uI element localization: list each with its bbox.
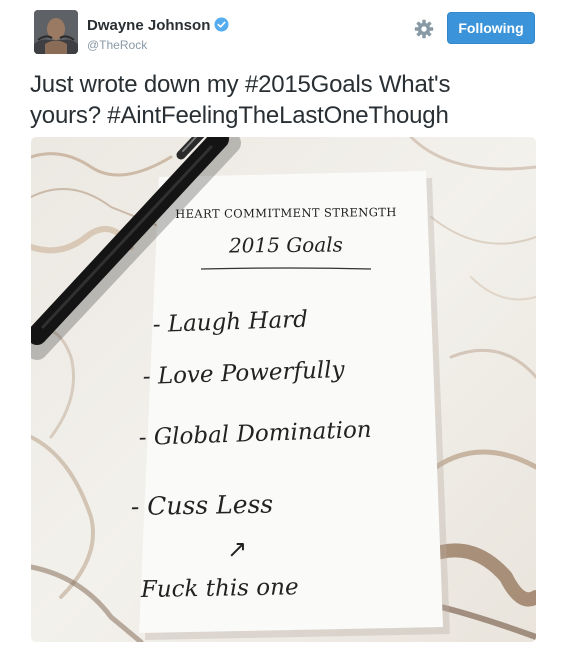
avatar[interactable] [34,10,78,54]
goal-cuss-less: - Cuss Less [131,490,274,521]
gear-icon[interactable] [414,19,434,39]
tweet-text-line-2: yours? #AintFeelingTheLastOneThough [30,102,449,129]
avatar-image [34,10,78,54]
goals-note-photo: HEART COMMITMENT STRENGTH 2015 Goals - L… [31,137,536,642]
tweet-text: Just wrote down my #2015Goals What's you… [30,69,530,131]
goal-laugh-hard: - Laugh Hard [152,307,308,338]
user-name-text[interactable]: Dwayne Johnson [87,17,210,34]
note-header: HEART COMMITMENT STRENGTH [175,205,397,221]
note-title: 2015 Goals [228,233,343,258]
note-arrow: ↗ [227,535,247,563]
user-name[interactable]: Dwayne Johnson [87,17,229,34]
tweet-photo[interactable]: HEART COMMITMENT STRENGTH 2015 Goals - L… [31,137,536,642]
user-handle[interactable]: @TheRock [87,38,147,52]
following-button[interactable]: Following [447,12,535,44]
verified-badge-icon [214,17,229,32]
note-footnote: Fuck this one [140,574,299,603]
tweet-header: Dwayne Johnson @TheRock Following [0,0,562,60]
tweet-text-line-1: Just wrote down my #2015Goals What's [30,71,451,98]
